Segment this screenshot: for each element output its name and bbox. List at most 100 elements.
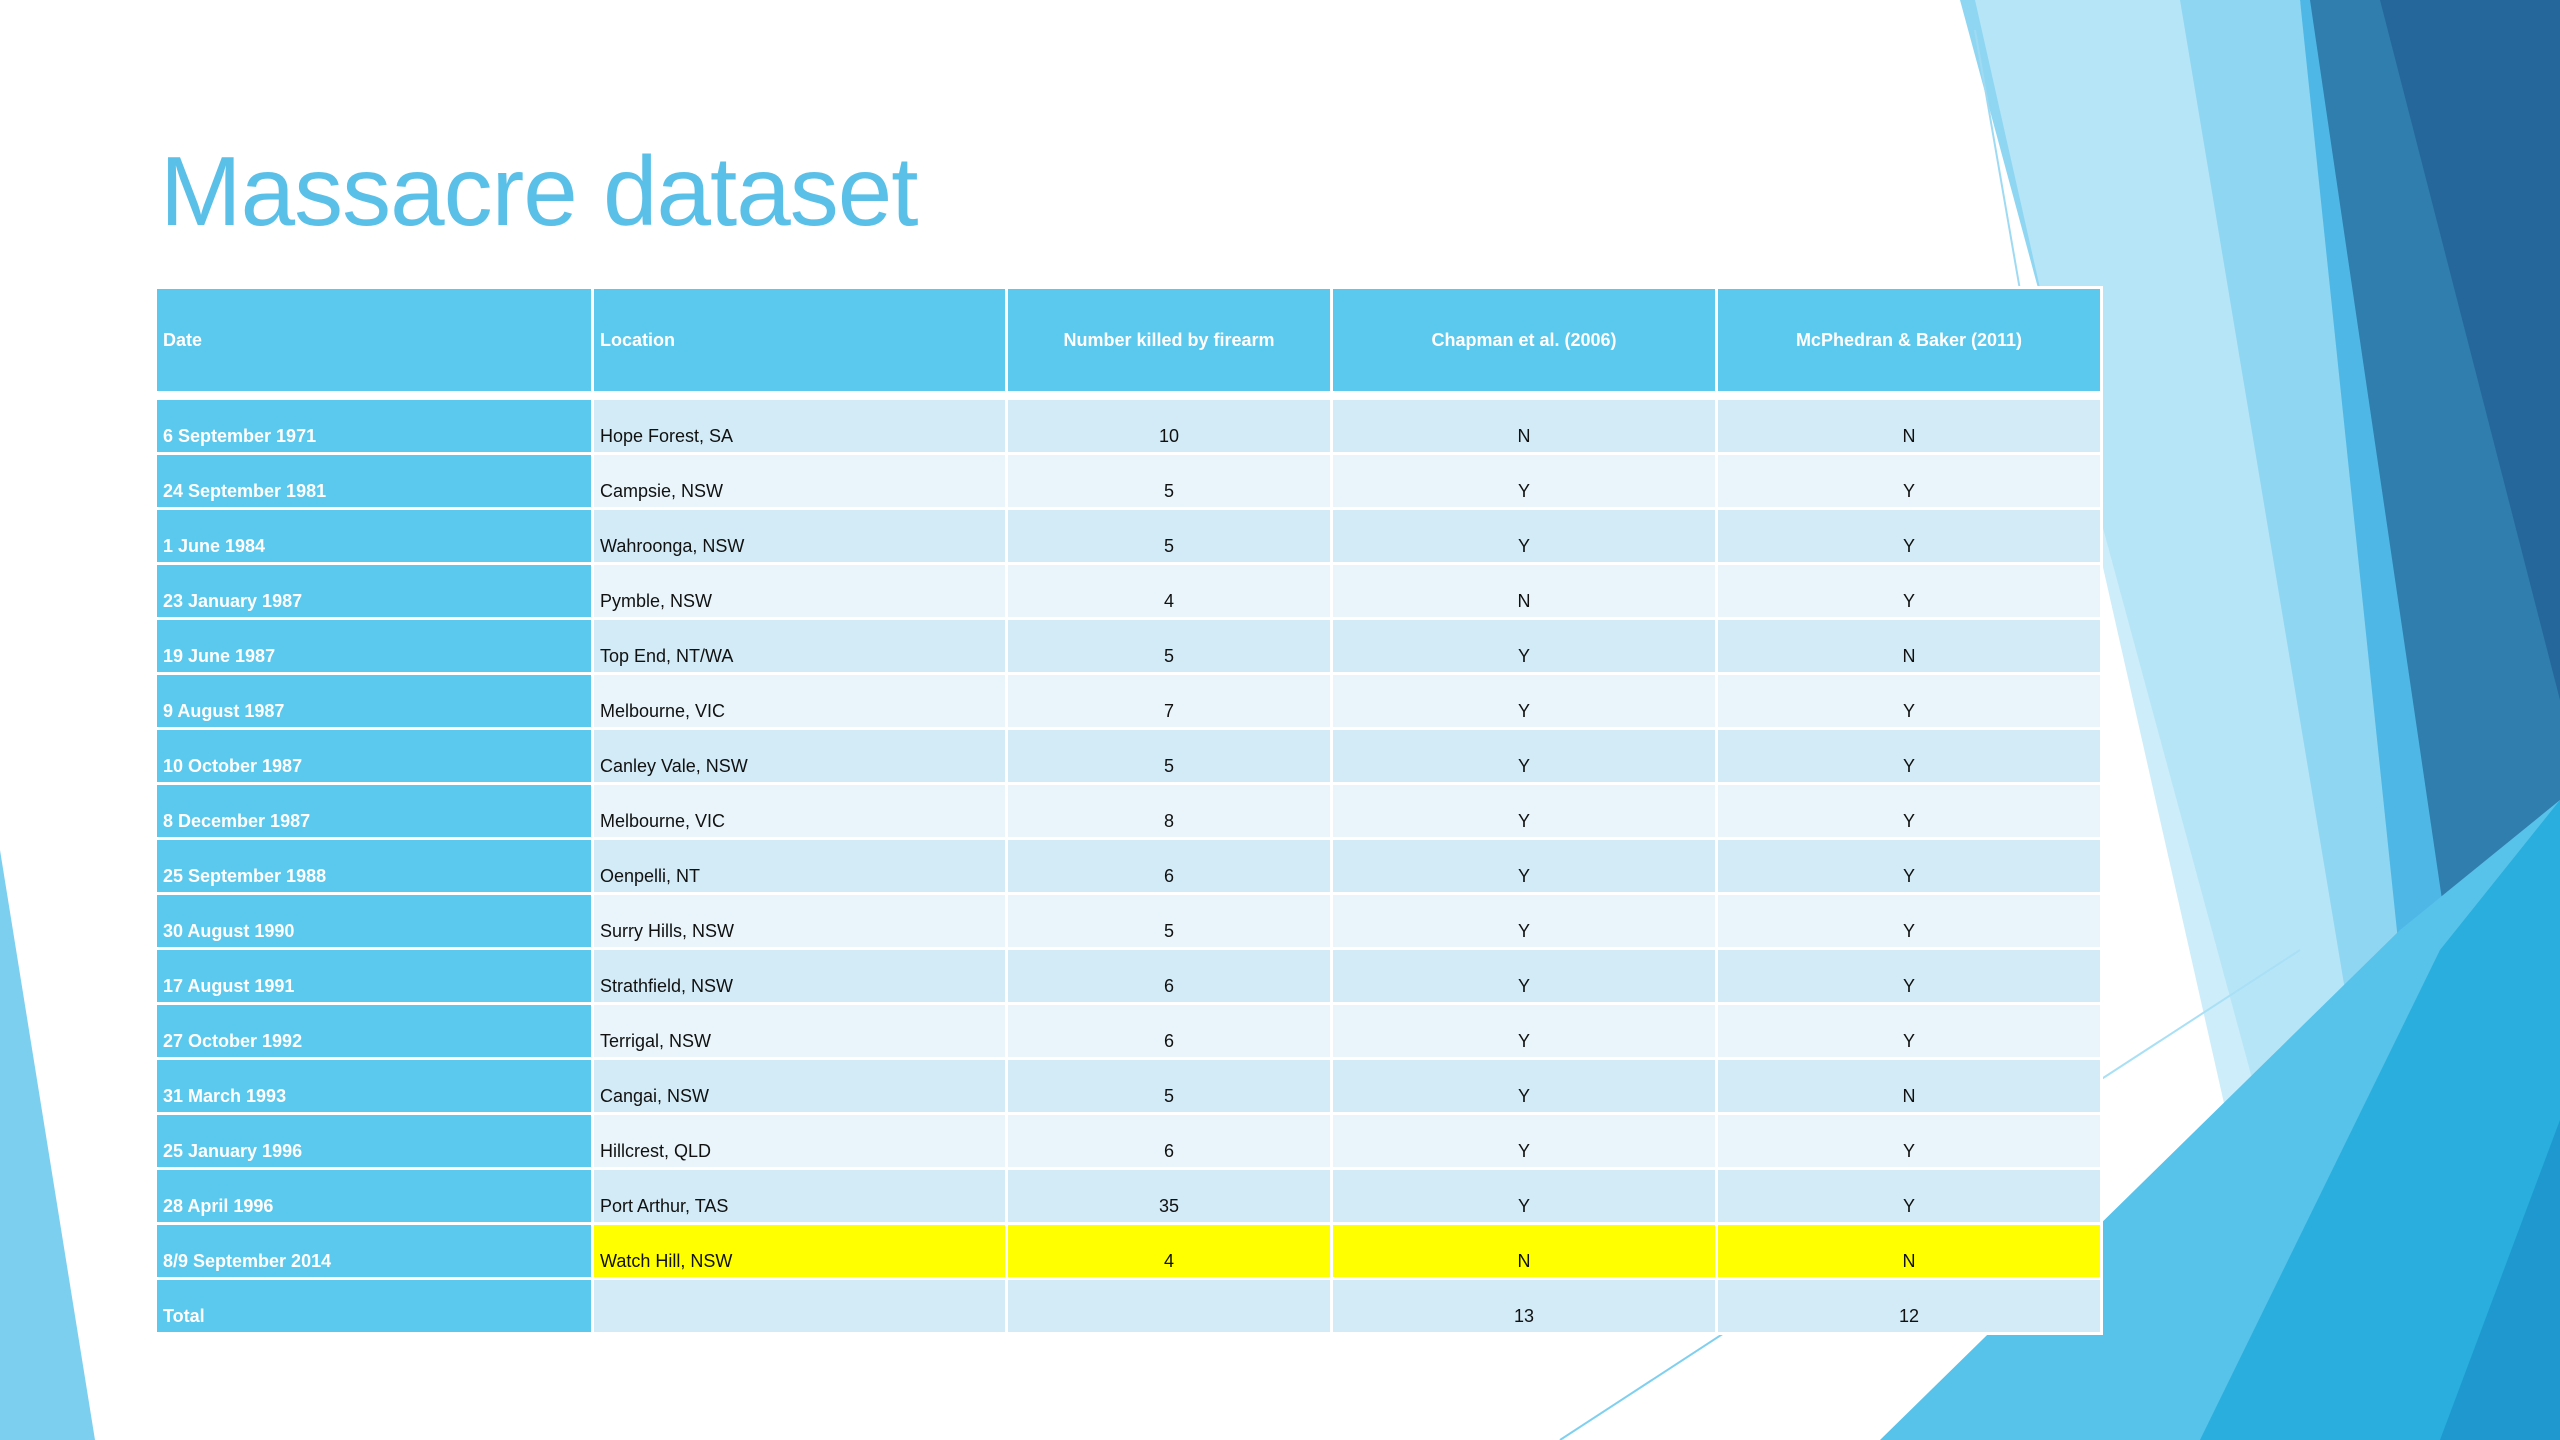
- cell-mcphedran: Y: [1715, 1167, 2103, 1225]
- table-row-highlighted: 8/9 September 2014 Watch Hill, NSW 4 N N: [154, 1222, 2103, 1280]
- cell-location: Pymble, NSW: [591, 562, 1008, 620]
- cell-date: 28 April 1996: [154, 1167, 594, 1225]
- cell-chapman: Y: [1330, 617, 1718, 675]
- cell-date: 8/9 September 2014: [154, 1222, 594, 1280]
- cell-date: 30 August 1990: [154, 892, 594, 950]
- cell-location: Wahroonga, NSW: [591, 507, 1008, 565]
- cell-killed: 5: [1005, 452, 1333, 510]
- cell-killed: 8: [1005, 782, 1333, 840]
- cell-killed: 6: [1005, 837, 1333, 895]
- cell-killed: 7: [1005, 672, 1333, 730]
- table-row: 25 January 1996 Hillcrest, QLD 6 Y Y: [154, 1112, 2103, 1170]
- cell-mcphedran: Y: [1715, 1002, 2103, 1060]
- cell-killed: 5: [1005, 507, 1333, 565]
- slide-title: Massacre dataset: [160, 136, 918, 246]
- table-row: 6 September 1971 Hope Forest, SA 10 N N: [154, 394, 2103, 455]
- cell-chapman: Y: [1330, 782, 1718, 840]
- cell-mcphedran: Y: [1715, 892, 2103, 950]
- cell-location: Cangai, NSW: [591, 1057, 1008, 1115]
- cell-chapman: Y: [1330, 507, 1718, 565]
- table-row: 23 January 1987 Pymble, NSW 4 N Y: [154, 562, 2103, 620]
- cell-chapman: Y: [1330, 672, 1718, 730]
- cell-date: 25 September 1988: [154, 837, 594, 895]
- cell-killed: 6: [1005, 1002, 1333, 1060]
- cell-mcphedran: Y: [1715, 562, 2103, 620]
- cell-chapman: Y: [1330, 452, 1718, 510]
- cell-mcphedran: N: [1715, 1057, 2103, 1115]
- cell-date: 9 August 1987: [154, 672, 594, 730]
- table-row: 1 June 1984 Wahroonga, NSW 5 Y Y: [154, 507, 2103, 565]
- cell-total-location: [591, 1277, 1008, 1335]
- cell-chapman: N: [1330, 394, 1718, 455]
- cell-killed: 6: [1005, 1112, 1333, 1170]
- cell-date: 25 January 1996: [154, 1112, 594, 1170]
- cell-killed: 6: [1005, 947, 1333, 1005]
- header-date: Date: [154, 286, 594, 400]
- cell-chapman: N: [1330, 1222, 1718, 1280]
- table-row: 24 September 1981 Campsie, NSW 5 Y Y: [154, 452, 2103, 510]
- cell-mcphedran: Y: [1715, 1112, 2103, 1170]
- cell-total-mcphedran: 12: [1715, 1277, 2103, 1335]
- cell-killed: 4: [1005, 562, 1333, 620]
- cell-killed: 5: [1005, 617, 1333, 675]
- cell-date: 8 December 1987: [154, 782, 594, 840]
- cell-location: Top End, NT/WA: [591, 617, 1008, 675]
- cell-killed: 5: [1005, 892, 1333, 950]
- cell-chapman: Y: [1330, 1167, 1718, 1225]
- cell-mcphedran: Y: [1715, 507, 2103, 565]
- cell-mcphedran: Y: [1715, 837, 2103, 895]
- cell-mcphedran: N: [1715, 617, 2103, 675]
- cell-chapman: Y: [1330, 727, 1718, 785]
- cell-location: Watch Hill, NSW: [591, 1222, 1008, 1280]
- table-header-row: Date Location Number killed by firearm C…: [154, 286, 2103, 400]
- bg-shape-left-sliver: [0, 850, 95, 1440]
- cell-date: 17 August 1991: [154, 947, 594, 1005]
- table-row: 30 August 1990 Surry Hills, NSW 5 Y Y: [154, 892, 2103, 950]
- cell-location: Canley Vale, NSW: [591, 727, 1008, 785]
- cell-chapman: Y: [1330, 892, 1718, 950]
- table-row: 19 June 1987 Top End, NT/WA 5 Y N: [154, 617, 2103, 675]
- cell-total-killed: [1005, 1277, 1333, 1335]
- cell-mcphedran: N: [1715, 1222, 2103, 1280]
- table-row: 9 August 1987 Melbourne, VIC 7 Y Y: [154, 672, 2103, 730]
- cell-date: 23 January 1987: [154, 562, 594, 620]
- cell-date: 1 June 1984: [154, 507, 594, 565]
- cell-mcphedran: Y: [1715, 782, 2103, 840]
- cell-location: Terrigal, NSW: [591, 1002, 1008, 1060]
- cell-location: Melbourne, VIC: [591, 782, 1008, 840]
- cell-date: 27 October 1992: [154, 1002, 594, 1060]
- cell-mcphedran: Y: [1715, 672, 2103, 730]
- table-row: 28 April 1996 Port Arthur, TAS 35 Y Y: [154, 1167, 2103, 1225]
- table-row: 17 August 1991 Strathfield, NSW 6 Y Y: [154, 947, 2103, 1005]
- cell-date: 19 June 1987: [154, 617, 594, 675]
- cell-chapman: Y: [1330, 1057, 1718, 1115]
- cell-mcphedran: Y: [1715, 452, 2103, 510]
- cell-location: Hope Forest, SA: [591, 394, 1008, 455]
- cell-date: 24 September 1981: [154, 452, 594, 510]
- cell-location: Surry Hills, NSW: [591, 892, 1008, 950]
- table-row: 10 October 1987 Canley Vale, NSW 5 Y Y: [154, 727, 2103, 785]
- cell-total-chapman: 13: [1330, 1277, 1718, 1335]
- table-row: 8 December 1987 Melbourne, VIC 8 Y Y: [154, 782, 2103, 840]
- table-total-row: Total 13 12: [154, 1277, 2103, 1335]
- cell-chapman: N: [1330, 562, 1718, 620]
- cell-date: 10 October 1987: [154, 727, 594, 785]
- cell-date: 31 March 1993: [154, 1057, 594, 1115]
- cell-location: Campsie, NSW: [591, 452, 1008, 510]
- cell-location: Oenpelli, NT: [591, 837, 1008, 895]
- massacre-data-table: Date Location Number killed by firearm C…: [154, 286, 2103, 1335]
- cell-total-label: Total: [154, 1277, 594, 1335]
- cell-mcphedran: N: [1715, 394, 2103, 455]
- cell-chapman: Y: [1330, 1112, 1718, 1170]
- table-row: 27 October 1992 Terrigal, NSW 6 Y Y: [154, 1002, 2103, 1060]
- cell-date: 6 September 1971: [154, 394, 594, 455]
- cell-killed: 5: [1005, 1057, 1333, 1115]
- cell-location: Port Arthur, TAS: [591, 1167, 1008, 1225]
- cell-location: Strathfield, NSW: [591, 947, 1008, 1005]
- cell-location: Melbourne, VIC: [591, 672, 1008, 730]
- cell-killed: 35: [1005, 1167, 1333, 1225]
- cell-killed: 5: [1005, 727, 1333, 785]
- table-row: 25 September 1988 Oenpelli, NT 6 Y Y: [154, 837, 2103, 895]
- cell-mcphedran: Y: [1715, 727, 2103, 785]
- cell-mcphedran: Y: [1715, 947, 2103, 1005]
